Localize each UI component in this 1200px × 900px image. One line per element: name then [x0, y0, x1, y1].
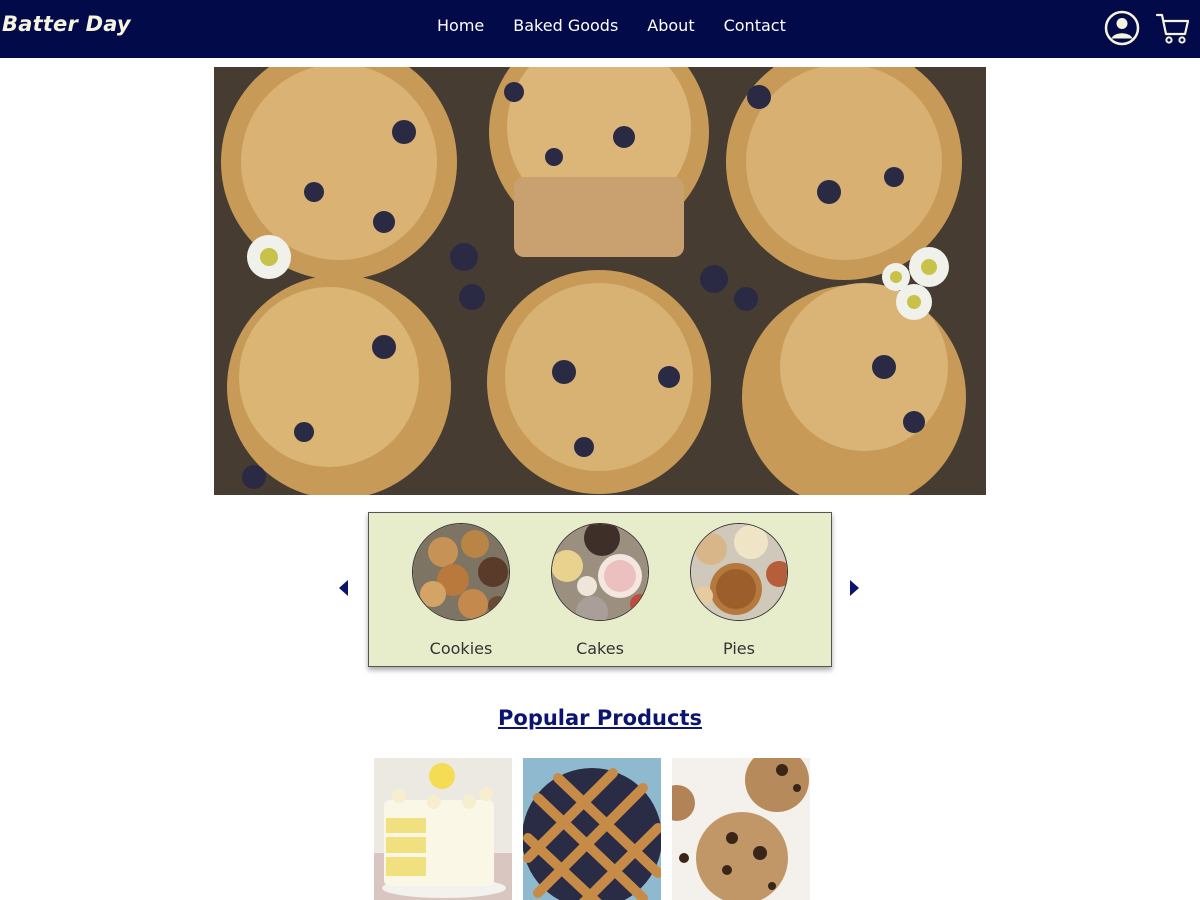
cart-button[interactable] — [1155, 10, 1191, 46]
main-nav: Home Baked Goods About Contact — [437, 16, 815, 35]
nav-baked-goods-link[interactable]: Baked Goods — [513, 16, 618, 35]
cookies-thumbnail — [412, 523, 510, 621]
caret-right-icon — [850, 580, 859, 596]
caret-left-icon — [339, 580, 348, 596]
nav-about-link[interactable]: About — [647, 16, 694, 35]
popular-products-heading[interactable]: Popular Products — [0, 706, 1200, 730]
category-carousel: Cookies Cakes Pies — [368, 512, 832, 667]
shopping-cart-icon — [1155, 13, 1190, 44]
category-label: Pies — [723, 639, 755, 658]
category-cookies[interactable]: Cookies — [401, 523, 521, 658]
top-navbar: Batter Day Home Baked Goods About Contac… — [0, 0, 1200, 58]
category-cakes[interactable]: Cakes — [540, 523, 660, 658]
lattice-pie-image — [523, 758, 661, 900]
category-pies[interactable]: Pies — [679, 523, 799, 658]
product-chocolate-chip-cookies[interactable] — [672, 758, 810, 900]
nav-home-link[interactable]: Home — [437, 16, 484, 35]
brand-logo[interactable]: Batter Day — [2, 12, 131, 36]
category-label: Cakes — [576, 639, 624, 658]
carousel-prev-button[interactable] — [337, 579, 349, 602]
cookies-image — [672, 758, 810, 900]
cakes-thumbnail — [551, 523, 649, 621]
nav-contact-link[interactable]: Contact — [724, 16, 786, 35]
pies-thumbnail — [690, 523, 788, 621]
product-lattice-pie[interactable] — [523, 758, 661, 900]
account-button[interactable] — [1104, 10, 1140, 46]
hero-image — [214, 67, 986, 495]
carousel-next-button[interactable] — [849, 579, 861, 602]
product-lemon-cake[interactable] — [374, 758, 512, 900]
lemon-cake-image — [374, 758, 512, 900]
category-label: Cookies — [429, 639, 493, 658]
account-circle-icon — [1104, 10, 1140, 46]
